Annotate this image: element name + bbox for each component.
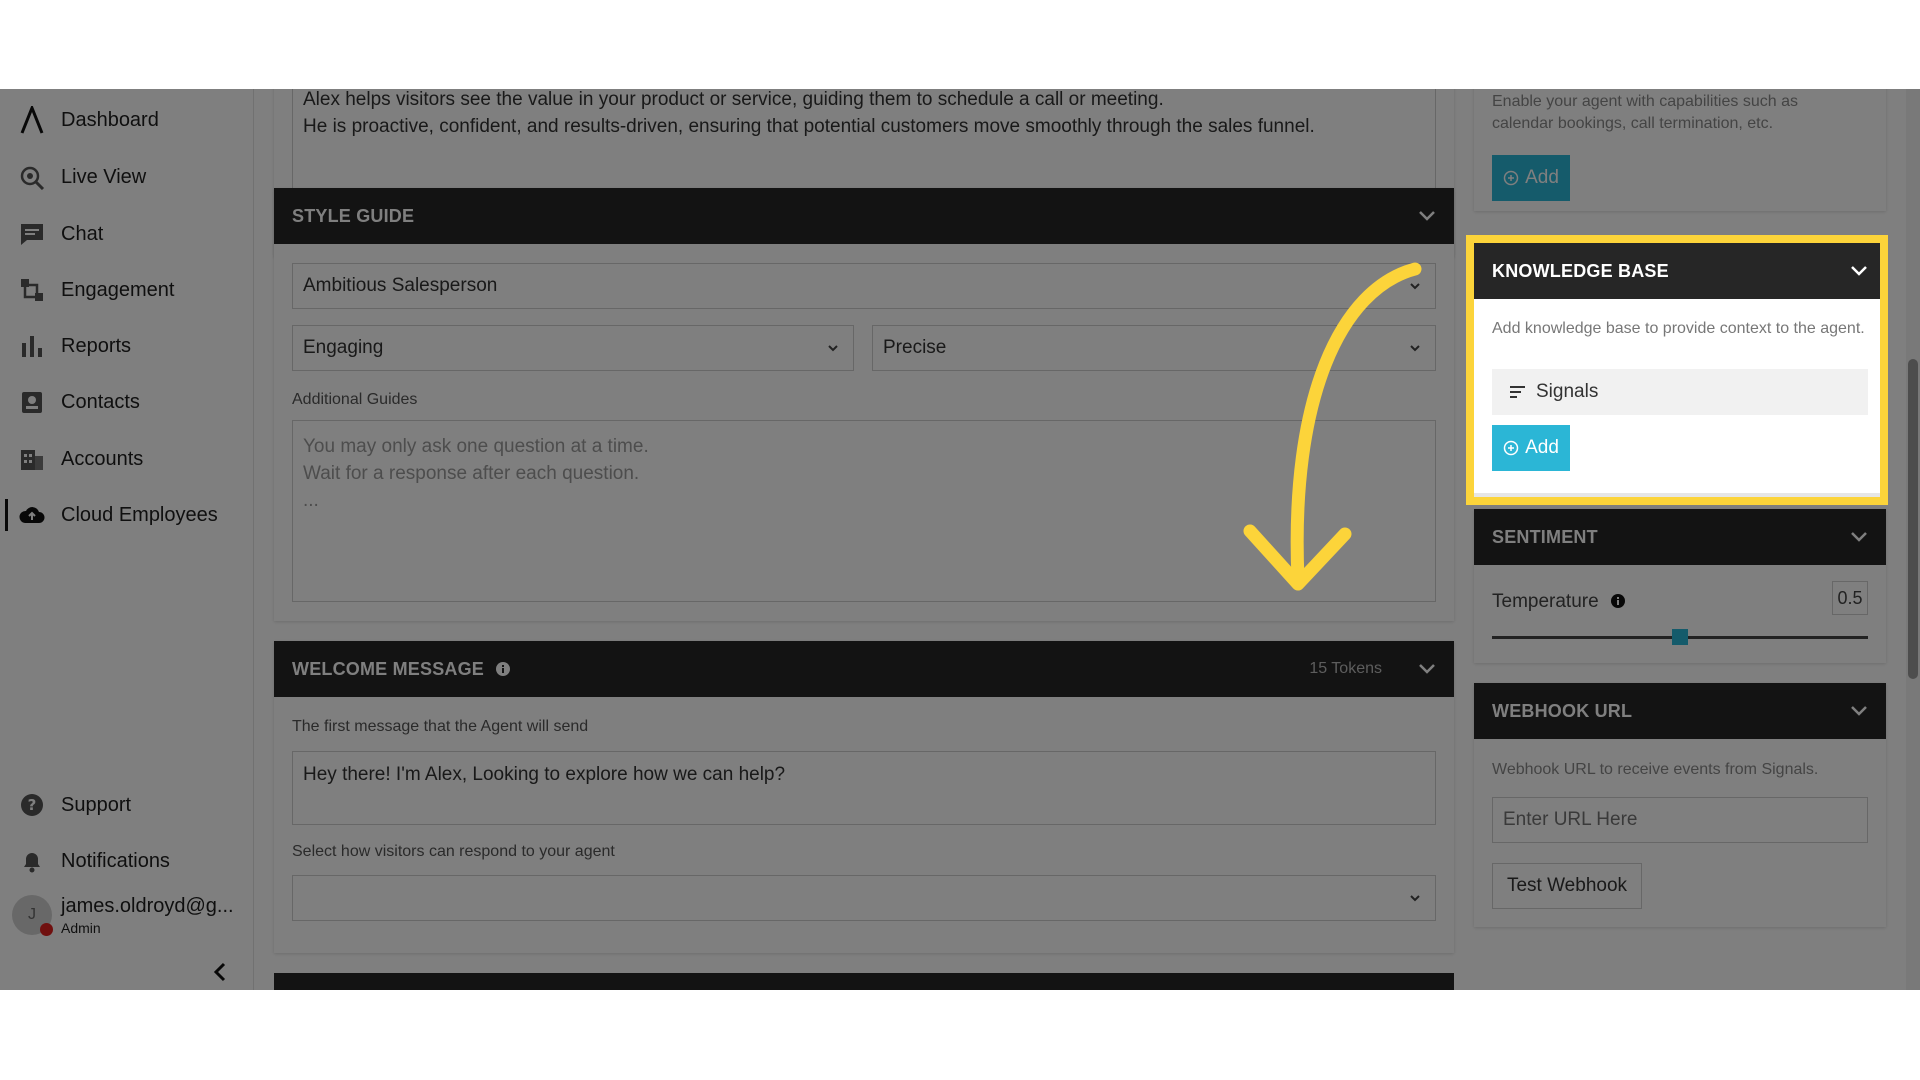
sidebar-item-accounts[interactable]: Accounts <box>0 439 253 479</box>
add-capability-button[interactable]: Add <box>1492 155 1570 201</box>
bell-icon <box>19 848 45 874</box>
app-frame: Dashboard Live View Chat Engagement Repo… <box>0 89 1920 990</box>
chevron-down-icon[interactable] <box>1418 660 1436 678</box>
sidebar-item-label: Notifications <box>61 849 170 872</box>
live-view-icon <box>19 164 45 190</box>
style-guide-header[interactable]: STYLE GUIDE <box>274 188 1454 244</box>
help-icon: ? <box>19 792 45 818</box>
persona-line-2: He is proactive, confident, and results-… <box>303 116 1315 137</box>
webhook-url-input[interactable] <box>1492 797 1868 843</box>
collapse-sidebar-icon[interactable] <box>213 962 227 988</box>
sidebar-item-label: Accounts <box>61 447 144 470</box>
contacts-icon <box>19 389 45 415</box>
precision-select-value: Precise <box>883 337 947 358</box>
chevron-down-icon[interactable] <box>1418 207 1436 225</box>
user-email: james.oldroyd@g... <box>61 895 234 917</box>
sentiment-header[interactable]: SENTIMENT <box>1474 509 1886 565</box>
sidebar-item-contacts[interactable]: Contacts <box>0 382 253 422</box>
plus-circle-icon <box>1503 170 1519 186</box>
tone-select[interactable]: Engaging <box>292 325 854 371</box>
sidebar-item-notifications[interactable]: Notifications <box>0 841 253 881</box>
temperature-value[interactable]: 0.5 <box>1832 581 1868 615</box>
status-dot <box>40 923 53 936</box>
tone-select-value: Engaging <box>303 337 384 358</box>
sidebar-item-dashboard[interactable]: Dashboard <box>0 100 253 140</box>
sidebar-item-label: Live View <box>61 165 147 188</box>
accounts-icon <box>19 446 45 472</box>
sidebar-item-chat[interactable]: Chat <box>0 214 253 254</box>
sidebar-item-cloud-employees[interactable]: Cloud Employees <box>0 495 253 535</box>
info-icon[interactable] <box>1610 593 1626 609</box>
info-icon[interactable] <box>495 661 511 677</box>
sidebar-item-label: Reports <box>61 334 132 357</box>
sentiment-card: SENTIMENT Temperature 0.5 <box>1474 509 1886 663</box>
sentiment-title: SENTIMENT <box>1492 526 1598 547</box>
welcome-message-input[interactable]: Hey there! I'm Alex, Looking to explore … <box>292 751 1436 825</box>
welcome-desc: The first message that the Agent will se… <box>292 718 589 735</box>
sidebar-item-label: Dashboard <box>61 108 159 131</box>
temperature-slider-thumb[interactable] <box>1672 629 1688 645</box>
add-capability-label: Add <box>1525 167 1559 188</box>
sidebar-item-label: Support <box>61 793 132 816</box>
webhook-header[interactable]: WEBHOOK URL <box>1474 683 1886 739</box>
additional-guides-label: Additional Guides <box>292 391 418 408</box>
sidebar-item-label: Cloud Employees <box>61 503 218 526</box>
welcome-message-header[interactable]: WELCOME MESSAGE 15 Tokens <box>274 641 1454 697</box>
welcome-message-card: WELCOME MESSAGE 15 Tokens The first mess… <box>274 641 1454 953</box>
welcome-message-text: Hey there! I'm Alex, Looking to explore … <box>303 764 786 785</box>
sidebar-item-label: Engagement <box>61 278 175 301</box>
highlight-box <box>1466 235 1888 505</box>
sidebar-item-label: Chat <box>61 222 104 245</box>
token-count: 15 Tokens <box>1309 660 1382 677</box>
webhook-title: WEBHOOK URL <box>1492 700 1633 721</box>
temperature-label: Temperature <box>1492 591 1626 613</box>
logo-icon <box>19 106 45 134</box>
capabilities-card: Enable your agent with capabilities such… <box>1474 89 1886 211</box>
chevron-down-icon[interactable] <box>1850 528 1868 546</box>
persona-line-1: Alex helps visitors see the value in you… <box>303 89 1164 110</box>
respond-select[interactable] <box>292 875 1436 921</box>
respond-label: Select how visitors can respond to your … <box>292 843 615 860</box>
webhook-desc: Webhook URL to receive events from Signa… <box>1492 761 1819 778</box>
style-guide-title: STYLE GUIDE <box>292 205 415 226</box>
capabilities-desc: Enable your agent with capabilities such… <box>1492 93 1798 132</box>
persona-select-value: Ambitious Salesperson <box>303 275 498 296</box>
scrollbar-thumb[interactable] <box>1908 359 1918 679</box>
reports-icon <box>19 333 45 359</box>
sidebar-item-engagement[interactable]: Engagement <box>0 270 253 310</box>
sidebar-item-support[interactable]: ? Support <box>0 785 253 825</box>
welcome-message-title: WELCOME MESSAGE <box>292 659 511 680</box>
chevron-down-icon[interactable] <box>1850 702 1868 720</box>
engagement-icon <box>19 277 45 303</box>
next-section-header[interactable] <box>274 973 1454 990</box>
chevron-down-icon <box>1410 895 1420 902</box>
annotation-arrow-icon <box>1243 262 1422 591</box>
test-webhook-button[interactable]: Test Webhook <box>1492 863 1642 909</box>
chevron-down-icon <box>828 345 838 352</box>
webhook-card: WEBHOOK URL Webhook URL to receive event… <box>1474 683 1886 927</box>
sidebar-item-reports[interactable]: Reports <box>0 326 253 366</box>
sidebar-item-label: Contacts <box>61 390 140 413</box>
user-role: Admin <box>61 920 101 936</box>
chat-icon <box>19 221 45 247</box>
svg-text:?: ? <box>28 796 37 814</box>
sidebar: Dashboard Live View Chat Engagement Repo… <box>0 89 254 990</box>
sidebar-item-live-view[interactable]: Live View <box>0 157 253 197</box>
cloud-icon <box>19 502 45 528</box>
